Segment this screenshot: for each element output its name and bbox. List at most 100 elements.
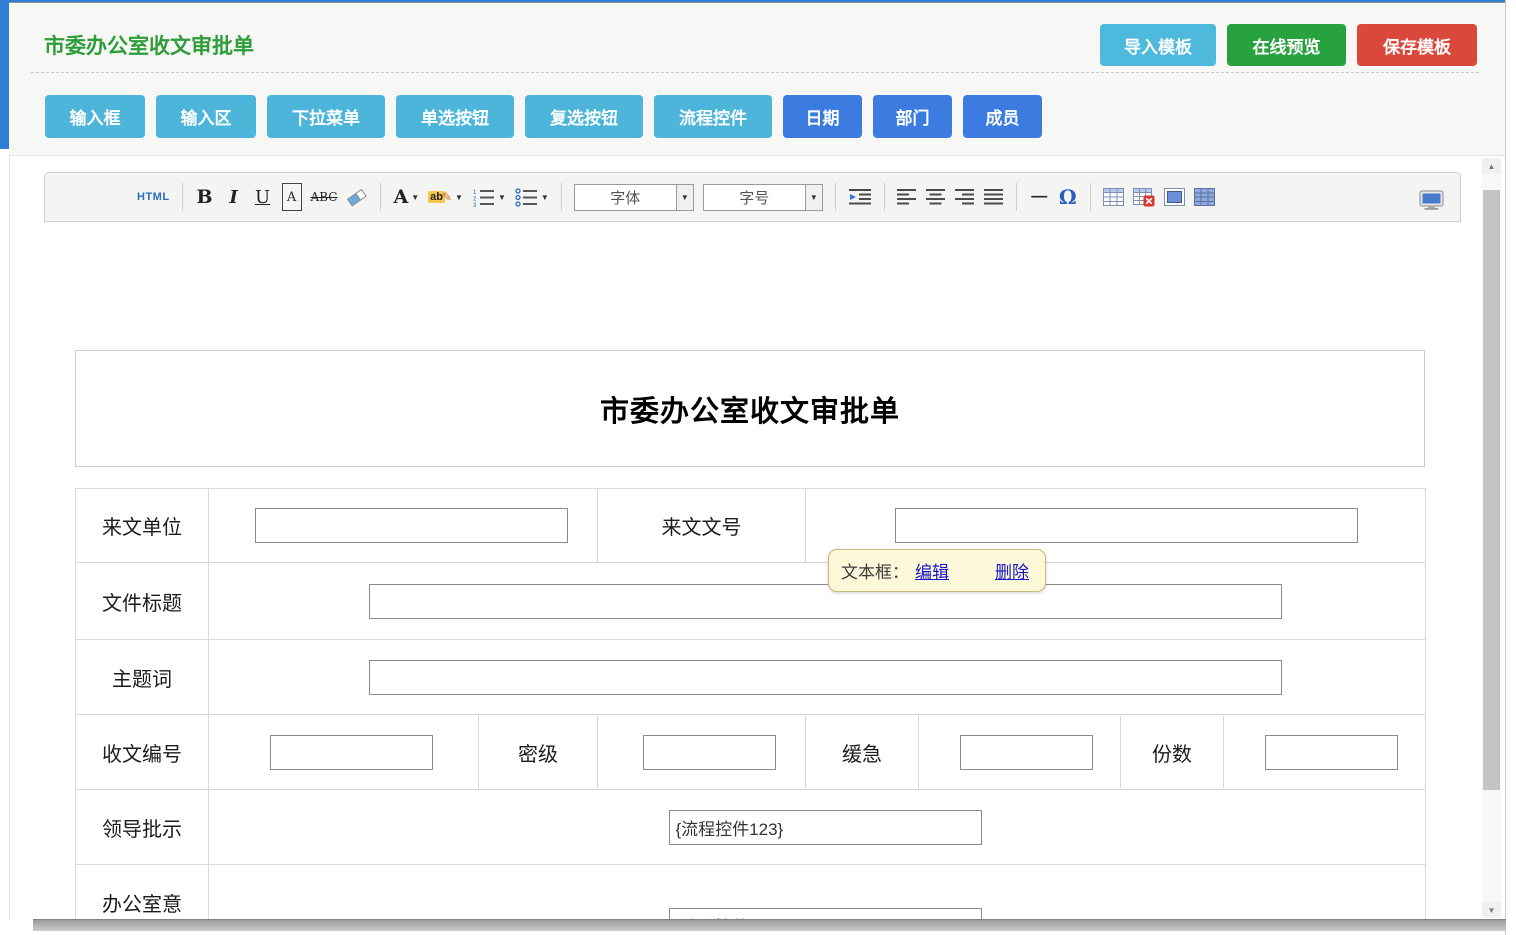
align-right-button[interactable] (955, 183, 975, 211)
eraser-remove-format-button[interactable] (346, 183, 368, 211)
delete-field-link[interactable]: 删除 (995, 558, 1029, 583)
incoming-doc-number-input[interactable] (895, 508, 1358, 543)
strikethrough-button[interactable]: ABC (311, 183, 338, 211)
security-level-input[interactable] (643, 735, 776, 770)
document-title-input[interactable] (369, 584, 1282, 619)
receipt-number-input[interactable] (270, 735, 433, 770)
control-button-department[interactable]: 部门 (873, 95, 952, 138)
incoming-unit-input[interactable] (255, 508, 568, 543)
control-button-member[interactable]: 成员 (963, 95, 1042, 138)
edit-field-link[interactable]: 编辑 (915, 558, 949, 583)
align-center-icon (926, 189, 946, 205)
leader-instructions-input[interactable] (669, 810, 982, 845)
indent-button[interactable] (848, 183, 872, 211)
scroll-up-button[interactable]: ▲ (1482, 158, 1501, 174)
control-button-input-box[interactable]: 输入框 (45, 95, 145, 138)
unordered-list-button[interactable]: ▼ (515, 183, 549, 211)
highlight-color-button[interactable]: ab ✎ ▼ (428, 183, 463, 211)
align-center-button[interactable] (926, 183, 946, 211)
form-title-box: 市委办公室收文审批单 (75, 350, 1425, 467)
toolbar-separator (835, 183, 836, 211)
editor-canvas[interactable]: 市委办公室收文审批单 来文单位 来文文号 文件标题 (44, 223, 1461, 920)
template-actions: 导入模板 在线预览 保存模板 (1100, 24, 1477, 66)
special-character-button[interactable]: Ω (1058, 183, 1078, 211)
table-icon (1103, 188, 1124, 206)
italic-button[interactable]: I (224, 183, 244, 211)
ordered-list-button[interactable]: 1 2 3 ▼ (472, 183, 506, 211)
table-row: 领导批示 (76, 790, 1426, 865)
table-properties-button[interactable] (1194, 183, 1215, 211)
align-justify-icon (984, 189, 1004, 205)
align-right-icon (955, 189, 975, 205)
toolbar-separator (884, 183, 885, 211)
cell-properties-button[interactable] (1164, 183, 1185, 211)
control-button-radio[interactable]: 单选按钮 (396, 95, 514, 138)
indent-icon (848, 188, 872, 206)
bold-button[interactable]: B (195, 183, 215, 211)
top-accent-bar (0, 0, 1506, 3)
scrollbar-thumb[interactable] (1483, 190, 1500, 790)
copies-input[interactable] (1265, 735, 1398, 770)
editor-toolbar: HTML B I U A ABC A ▼ ab ✎ ▼ 1 (44, 172, 1461, 222)
table-row: 文件标题 (76, 563, 1426, 640)
html-source-button[interactable]: HTML (137, 183, 170, 211)
font-family-select[interactable]: 字体 ▼ (574, 184, 694, 211)
toolbar-separator (380, 183, 381, 211)
insert-table-button[interactable] (1103, 183, 1124, 211)
save-template-button[interactable]: 保存模板 (1357, 24, 1477, 66)
control-button-dropdown[interactable]: 下拉菜单 (267, 95, 385, 138)
table-row: 来文单位 来文文号 (76, 489, 1426, 563)
chevron-down-icon[interactable]: ▼ (805, 185, 822, 210)
label-urgency: 缓急 (806, 715, 919, 790)
font-size-select[interactable]: 字号 ▼ (703, 184, 823, 211)
svg-text:2: 2 (473, 196, 477, 202)
underline-button[interactable]: U (253, 183, 273, 211)
form-table: 来文单位 来文文号 文件标题 主题词 (75, 488, 1426, 920)
right-edge-line (1505, 0, 1506, 935)
control-button-input-area[interactable]: 输入区 (156, 95, 256, 138)
page-title: 市委办公室收文审批单 (44, 30, 254, 60)
label-receipt-number: 收文编号 (76, 715, 209, 790)
left-edge-line (9, 156, 10, 920)
toolbar-separator (561, 183, 562, 211)
import-template-button[interactable]: 导入模板 (1100, 24, 1216, 66)
field-control-buttons: 输入框 输入区 下拉菜单 单选按钮 复选按钮 流程控件 日期 部门 成员 (45, 95, 1042, 138)
label-incoming-unit: 来文单位 (76, 489, 209, 563)
left-accent-strip (0, 0, 9, 149)
font-color-button[interactable]: A ▼ (393, 183, 419, 211)
control-button-date[interactable]: 日期 (783, 95, 862, 138)
table-row: 收文编号 密级 缓急 份数 (76, 715, 1426, 790)
control-button-flow-control[interactable]: 流程控件 (654, 95, 772, 138)
align-justify-button[interactable] (984, 183, 1004, 211)
svg-text:3: 3 (473, 203, 477, 207)
fullscreen-button[interactable] (1419, 186, 1444, 214)
form-title: 市委办公室收文审批单 (600, 388, 900, 430)
eraser-icon (346, 186, 368, 208)
pencil-icon: ✎ (442, 190, 452, 204)
chevron-down-icon: ▼ (411, 193, 419, 202)
chevron-down-icon: ▼ (455, 193, 463, 202)
table-row: 办公室意见 (76, 865, 1426, 921)
chevron-down-icon[interactable]: ▼ (676, 185, 693, 210)
subject-words-input[interactable] (369, 660, 1282, 695)
delete-table-button[interactable] (1133, 183, 1155, 211)
font-size-value: 字号 (704, 185, 805, 210)
vertical-scrollbar[interactable]: ▲ ▼ (1482, 158, 1501, 918)
urgency-input[interactable] (960, 735, 1093, 770)
header-panel: 市委办公室收文审批单 导入模板 在线预览 保存模板 输入框 输入区 下拉菜单 单… (9, 4, 1505, 156)
label-security-level: 密级 (479, 715, 598, 790)
horizontal-rule-button[interactable]: — (1029, 183, 1049, 211)
screen: 市委办公室收文审批单 导入模板 在线预览 保存模板 输入框 输入区 下拉菜单 单… (0, 0, 1516, 935)
scroll-down-button[interactable]: ▼ (1482, 902, 1501, 918)
label-office-opinion: 办公室意见 (99, 891, 185, 921)
online-preview-button[interactable]: 在线预览 (1227, 24, 1346, 66)
field-context-tooltip: 文本框： 编辑 删除 (828, 549, 1046, 592)
font-family-value: 字体 (575, 185, 676, 210)
window-bottom-edge (33, 919, 1506, 931)
align-left-button[interactable] (897, 183, 917, 211)
toolbar-separator (182, 183, 183, 211)
control-button-checkbox[interactable]: 复选按钮 (525, 95, 643, 138)
svg-text:1: 1 (473, 190, 477, 196)
inline-style-button[interactable]: A (282, 183, 302, 211)
tooltip-field-type-label: 文本框： (841, 558, 909, 583)
